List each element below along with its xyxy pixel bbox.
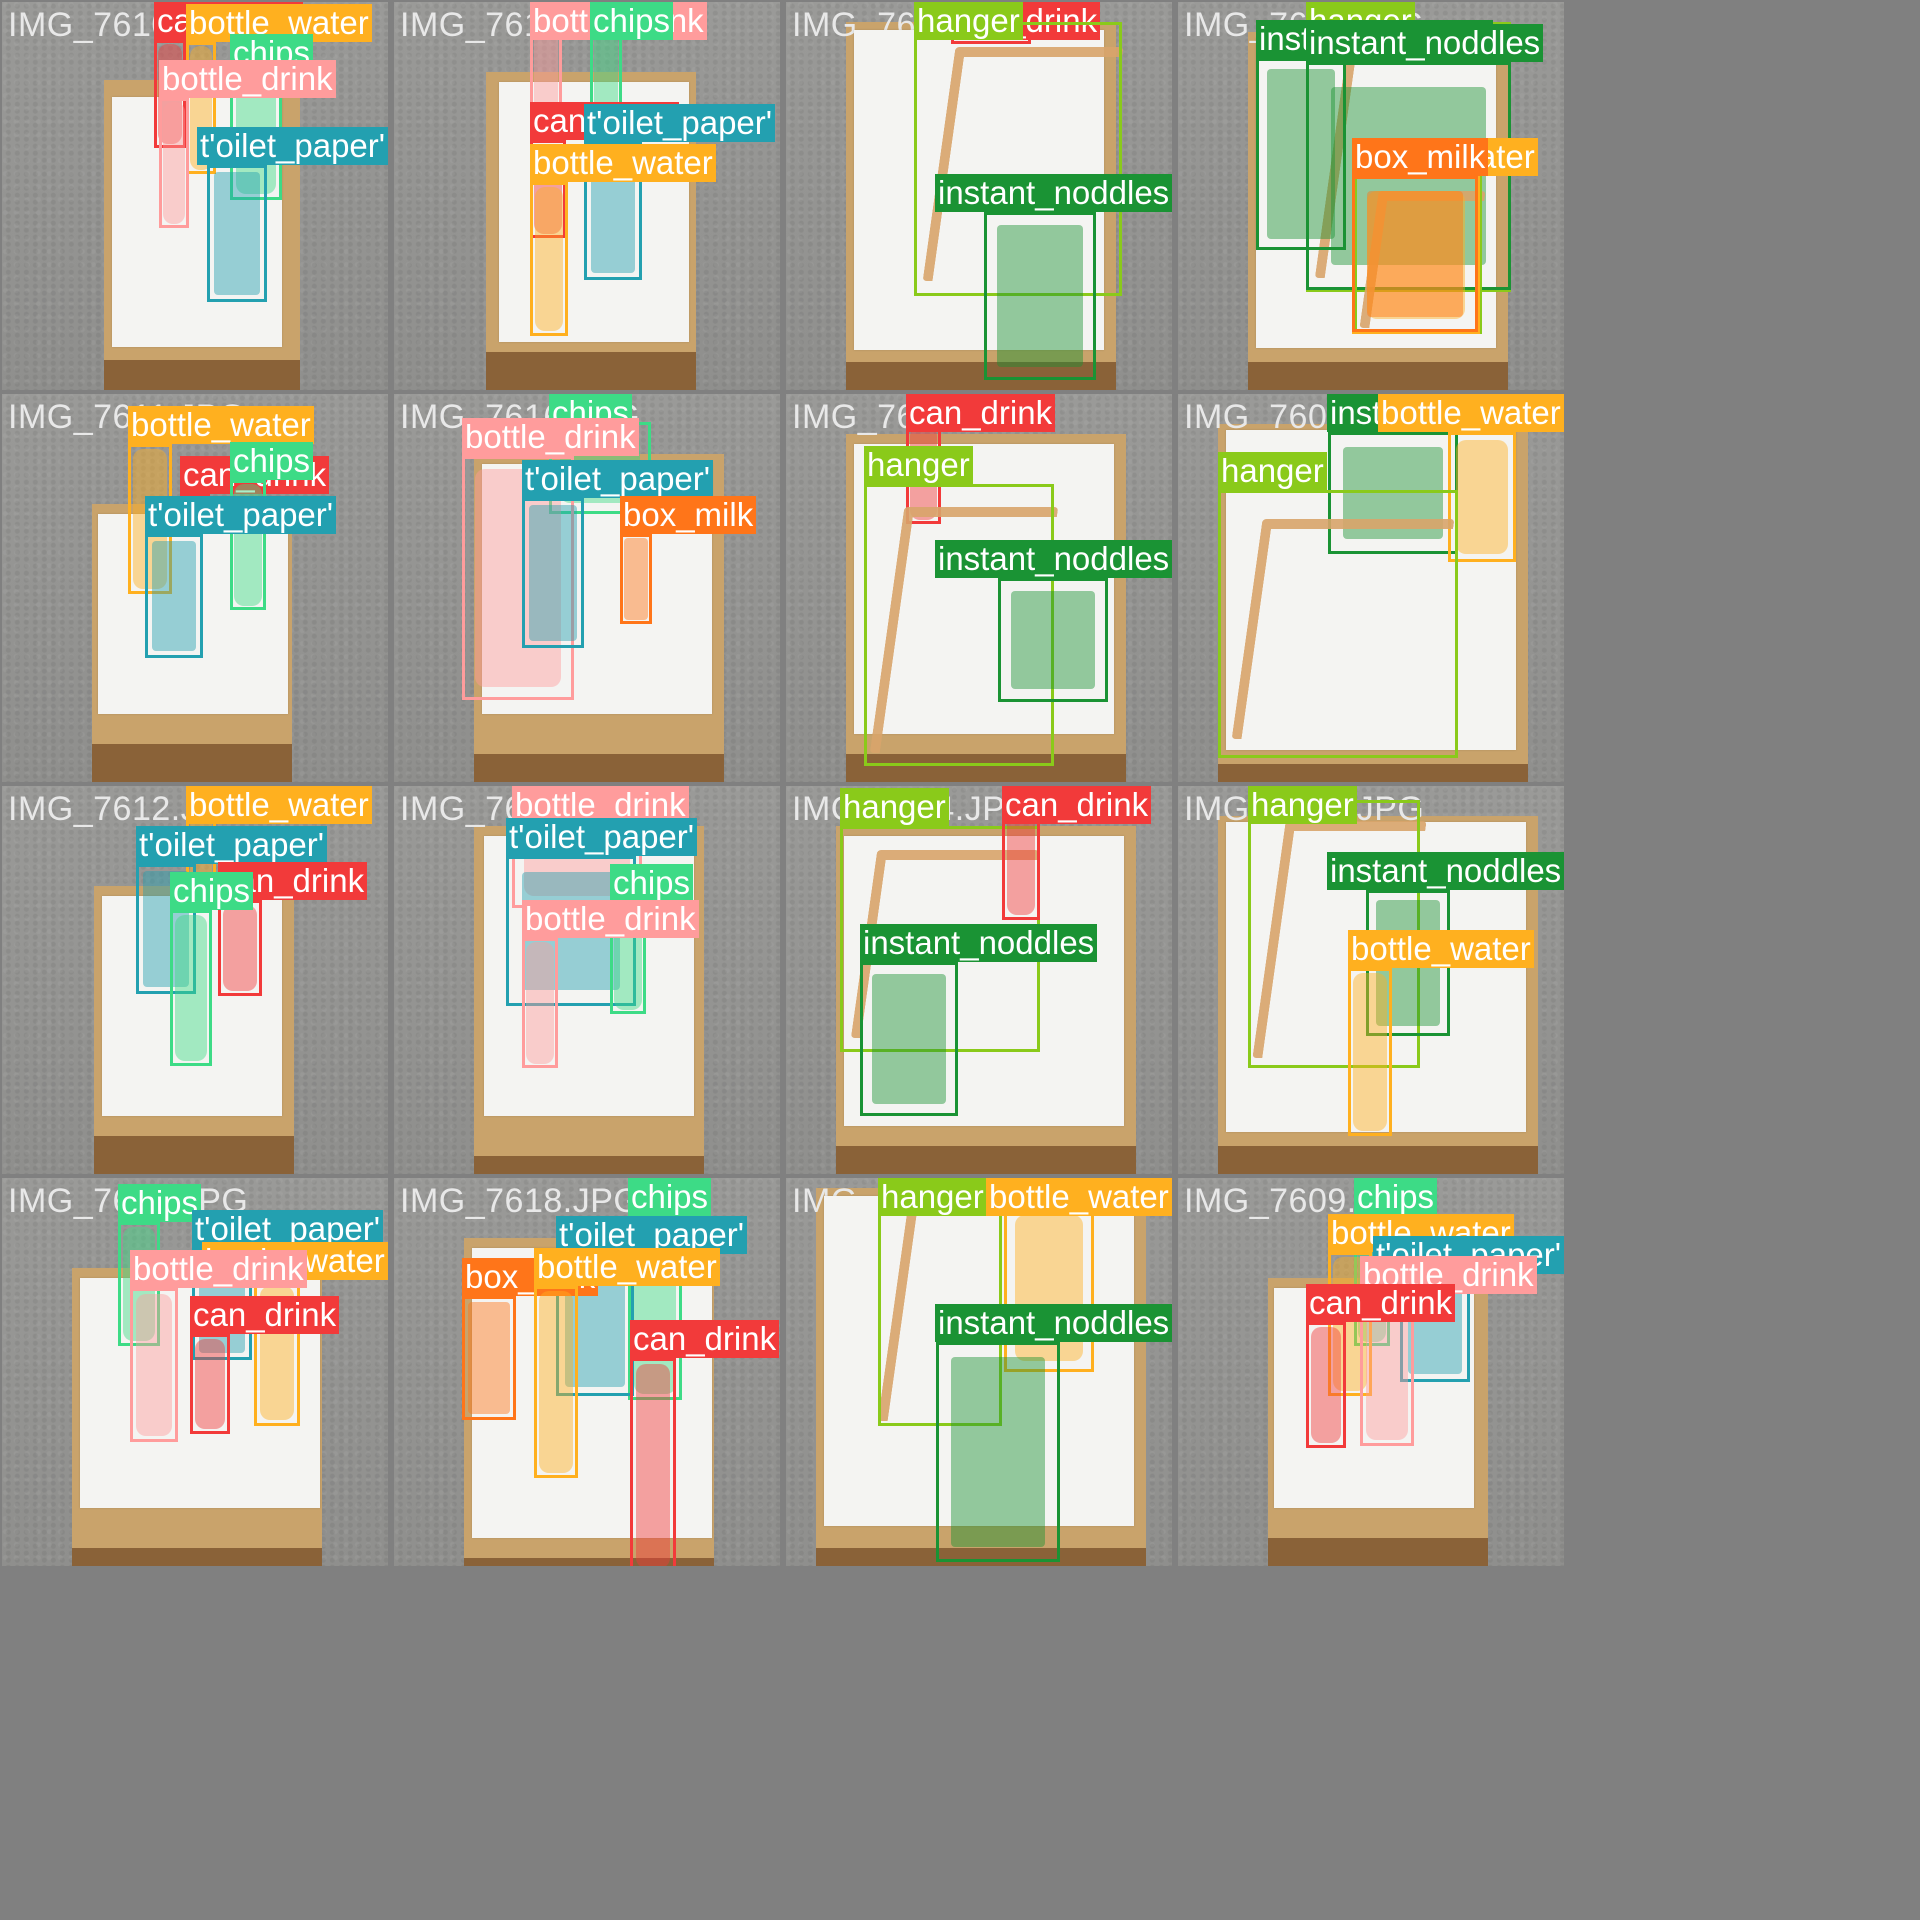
photo-tile-img-7614-jpg: IMG_7614.JPGbottle_drinkchipscan_drinkt'… bbox=[394, 2, 780, 390]
bbox-label-instant-noddles: instant_noddles bbox=[860, 924, 1098, 962]
photo-tile-img-7609-jpg: IMG_7609.JPG chips bottle_water t'oilet_pap… bbox=[1178, 1178, 1564, 1566]
bbox-box-milk bbox=[1352, 176, 1478, 332]
bbox-instant-noddles bbox=[860, 962, 958, 1116]
bbox-bottle-drink bbox=[522, 938, 558, 1068]
bbox-label-chips: chips bbox=[1354, 1178, 1438, 1216]
bbox-instant-noddles bbox=[984, 212, 1096, 380]
photo-tile-img-7611-jpg: IMG_7611.JPGbottle_watercan_drinkchipst'… bbox=[2, 394, 388, 782]
bbox-t-oilet-paper bbox=[145, 534, 203, 658]
table-front bbox=[1218, 764, 1528, 782]
photo-tile-img-7605-jpg: IMG_7605.JPGhangerbottle_waterinstant_no… bbox=[786, 1178, 1172, 1566]
table-front bbox=[486, 352, 696, 390]
bbox-t-oilet-paper bbox=[207, 165, 267, 302]
bbox-label-box-milk: box_milk bbox=[1352, 138, 1489, 176]
bbox-label-bottle-water: bottle_water bbox=[1348, 930, 1534, 968]
bbox-label-hanger: hanger bbox=[914, 2, 1023, 40]
table-front bbox=[1218, 1146, 1538, 1174]
bbox-label-hanger: hanger bbox=[1248, 786, 1357, 824]
bbox-label-can-drink: can_drink bbox=[630, 1320, 780, 1358]
bbox-label-can-drink: can_drink bbox=[906, 394, 1056, 432]
bbox-label-hanger: hanger bbox=[840, 788, 949, 826]
bbox-label-bottle-drink: bottle_drink bbox=[130, 1250, 307, 1288]
bbox-t-oilet-paper bbox=[522, 498, 584, 648]
photo-tile-img-7612-jpg: IMG_7612.JPG bottle_water t'oilet_paper' ca… bbox=[2, 786, 388, 1174]
table-front bbox=[474, 1156, 704, 1174]
bbox-label-bottle-water: bottle_water bbox=[128, 406, 314, 444]
bbox-box-milk bbox=[462, 1296, 516, 1420]
photo-tile-img-7604-jpg: IMG_7604.JPGhangercan_drinkinstant_noddl… bbox=[786, 786, 1172, 1174]
bbox-hanger bbox=[1218, 490, 1458, 758]
photo-tile-img-7618-jpg: IMG_7618.JPG chips t'oilet_paper' box_milk b… bbox=[394, 1178, 780, 1566]
bbox-label-bottle-water: bottle_water bbox=[530, 144, 716, 182]
bbox-instant-noddles bbox=[936, 1342, 1060, 1562]
bbox-label-chips: chips bbox=[118, 1184, 202, 1222]
detection-mosaic-grid: IMG_7610.JPGcan_drinkbottle_waterchipsbo… bbox=[0, 0, 1920, 1920]
bbox-label-box-milk: box_milk bbox=[620, 496, 757, 534]
bbox-label-instant-noddles: instant_noddles bbox=[1306, 24, 1544, 62]
table-front bbox=[72, 1548, 322, 1566]
bbox-label-chips: chips bbox=[230, 442, 314, 480]
photo-tile-img-7610-jpg: IMG_7610.JPGcan_drinkbottle_waterchipsbo… bbox=[2, 2, 388, 390]
photo-tile-img-7606-jpg: IMG_7606.JPGhangerinstant_noddlesinstant… bbox=[1178, 2, 1564, 390]
bbox-label-can-drink: can_drink bbox=[1306, 1284, 1456, 1322]
bbox-can-drink bbox=[1306, 1322, 1346, 1448]
bbox-label-t-oilet-paper: t'oilet_paper' bbox=[522, 460, 714, 498]
bbox-label-bottle-drink: bottle_drink bbox=[462, 418, 639, 456]
bbox-label-t-oilet-paper: t'oilet_paper' bbox=[136, 826, 328, 864]
bbox-box-milk bbox=[620, 534, 652, 624]
bbox-can-drink bbox=[1002, 810, 1040, 920]
bbox-label-chips: chips bbox=[628, 1178, 712, 1216]
bbox-label-bottle-drink: bottle_drink bbox=[159, 60, 336, 98]
photo-tile-img-7616-jpg: IMG_7616.JPG chips bottle_drink t'oilet_pap… bbox=[394, 394, 780, 782]
bbox-label-instant-noddles: instant_noddles bbox=[1327, 852, 1564, 890]
bbox-label-bottle-water: bottle_water bbox=[534, 1248, 720, 1286]
photo-tile-img-7607-jpg: IMG_7607.JPGinstant_noddlesbottle_waterh… bbox=[1178, 394, 1564, 782]
table-front bbox=[92, 744, 292, 782]
bbox-label-instant-noddles: instant_noddles bbox=[935, 540, 1172, 578]
photo-tile-img-7603-jpg: IMG_7603.JPGcan_drinkhangerinstant_noddl… bbox=[786, 394, 1172, 782]
bbox-label-instant-noddles: instant_noddles bbox=[935, 174, 1172, 212]
photo-tile-img-7608-jpg: IMG_7608.JPGhangerinstant_noddlesbottle_… bbox=[1178, 786, 1564, 1174]
photo-tile-img-7617-jpg: IMG_7617.JPGbottle_drinkt'oilet_paper'ch… bbox=[394, 786, 780, 1174]
bbox-label-t-oilet-paper: t'oilet_paper' bbox=[145, 496, 337, 534]
bbox-instant-noddles bbox=[998, 578, 1108, 702]
bbox-bottle-drink bbox=[130, 1288, 178, 1442]
bbox-label-bottle-water: bottle_water bbox=[986, 1178, 1172, 1216]
bbox-label-chips: chips bbox=[610, 864, 694, 902]
table-front bbox=[1268, 1538, 1488, 1566]
bbox-label-chips: chips bbox=[170, 872, 254, 910]
bbox-bottle-water bbox=[1348, 968, 1392, 1136]
bbox-label-hanger: hanger bbox=[864, 446, 973, 484]
bbox-label-t-oilet-paper: t'oilet_paper' bbox=[197, 127, 388, 165]
table-front bbox=[836, 1146, 1136, 1174]
bbox-label-bottle-water: bottle_water bbox=[186, 786, 372, 824]
table-front bbox=[474, 754, 724, 782]
image-filename: IMG_7618.JPG bbox=[400, 1182, 641, 1220]
bbox-label-t-oilet-paper: t'oilet_paper' bbox=[584, 104, 776, 142]
bbox-label-hanger: hanger bbox=[878, 1178, 987, 1216]
bbox-chips bbox=[170, 910, 212, 1066]
bbox-can-drink bbox=[218, 900, 262, 996]
bbox-label-chips: chips bbox=[590, 2, 674, 40]
bbox-label-instant-noddles: instant_noddles bbox=[935, 1304, 1172, 1342]
bbox-bottle-water bbox=[530, 182, 568, 336]
photo-tile-img-7602-jpg: IMG_7602.JPG can_drink hanger instant_noddl… bbox=[786, 2, 1172, 390]
table-front bbox=[464, 1558, 714, 1566]
bbox-label-can-drink: can_drink bbox=[1002, 786, 1152, 824]
table-front bbox=[1248, 362, 1508, 390]
bbox-label-can-drink: can_drink bbox=[190, 1296, 340, 1334]
table-front bbox=[94, 1136, 294, 1174]
bbox-label-hanger: hanger bbox=[1218, 452, 1327, 490]
bbox-bottle-drink bbox=[159, 98, 189, 228]
photo-tile-img-7613-jpg: IMG_7613.JPGchipst'oilet_paper'bottle_wa… bbox=[2, 1178, 388, 1566]
bbox-bottle-water bbox=[534, 1286, 578, 1478]
bbox-label-bottle-water: bottle_water bbox=[1378, 394, 1564, 432]
bbox-label-bottle-drink: bottle_drink bbox=[522, 900, 699, 938]
bbox-bottle-water bbox=[1448, 432, 1516, 562]
bbox-can-drink bbox=[630, 1358, 676, 1566]
bbox-can-drink bbox=[190, 1334, 230, 1434]
bbox-label-t-oilet-paper: t'oilet_paper' bbox=[506, 818, 698, 856]
table-front bbox=[104, 360, 300, 390]
